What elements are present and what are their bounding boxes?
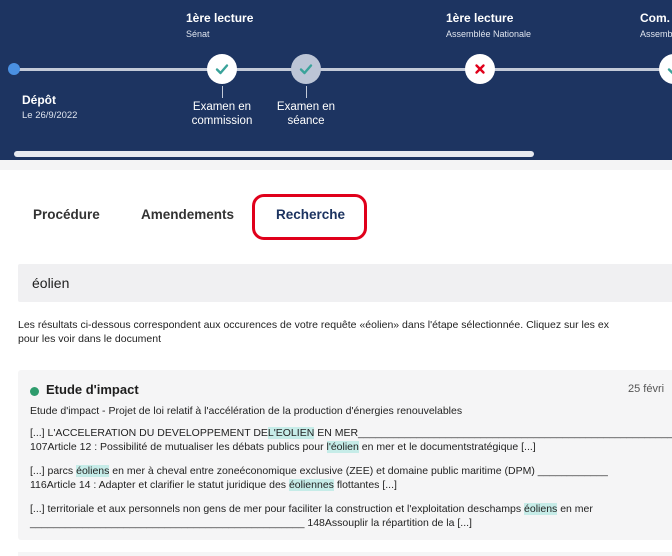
timeline-start-dot: [8, 63, 20, 75]
stage-subtitle-senat: Sénat: [186, 29, 210, 39]
result-title[interactable]: Etude d'impact: [46, 382, 139, 397]
search-hit: L'EOLIEN: [267, 427, 315, 439]
step-node-commission[interactable]: [207, 54, 237, 84]
result-date: 25 févri: [628, 383, 665, 395]
step-tick: [306, 86, 307, 98]
check-icon: [215, 64, 229, 75]
stage-subtitle-cmp: Assemb: [640, 29, 672, 39]
result-excerpt[interactable]: [...] L'ACCELERATION DU DEVELOPPEMENT DE…: [30, 426, 672, 454]
results-intro: Les résultats ci-dessous correspondent a…: [18, 319, 609, 345]
search-hit: éoliens: [524, 503, 558, 515]
close-icon: [475, 64, 485, 74]
search-hit: éoliens: [76, 465, 110, 477]
stage-subtitle-an: Assemblée Nationale: [446, 29, 532, 39]
result-card[interactable]: Etude d'impact 25 févri Etude d'impact -…: [18, 370, 672, 540]
result-excerpt[interactable]: [...] parcs éoliens en mer à cheval entr…: [30, 464, 608, 492]
result-subtitle: Etude d'impact - Projet de loi relatif à…: [30, 405, 463, 417]
timeline-track: [14, 68, 672, 71]
step-node-an[interactable]: [465, 54, 495, 84]
main-panel: Procédure Amendements Recherche éolien L…: [0, 170, 672, 556]
step-node-seance[interactable]: [291, 54, 321, 84]
result-excerpt[interactable]: [...] territoriale et aux personnels non…: [30, 502, 593, 530]
stage-title-senat: 1ère lecture: [186, 11, 254, 25]
status-dot: [30, 387, 39, 396]
timeline-scrollbar[interactable]: [14, 151, 534, 157]
check-icon: [667, 68, 672, 75]
stage-title-an: 1ère lecture: [446, 11, 514, 25]
search-input[interactable]: éolien: [18, 264, 672, 302]
stage-title-cmp: Com. m: [640, 11, 672, 25]
tab-amendements[interactable]: Amendements: [141, 207, 234, 222]
next-result-card[interactable]: [18, 552, 672, 556]
check-icon: [299, 64, 313, 75]
procedure-timeline: 1ère lecture Sénat 1ère lecture Assemblé…: [0, 0, 672, 160]
step-label-commission: Examen en commission: [191, 101, 253, 127]
step-tick: [222, 86, 223, 98]
tab-procedure[interactable]: Procédure: [33, 207, 100, 222]
depot-title: Dépôt: [22, 93, 56, 107]
search-hit: l'éolien: [326, 441, 359, 453]
step-label-seance: Examen en séance: [276, 101, 336, 127]
depot-date: Le 26/9/2022: [22, 110, 78, 121]
tab-bar: Procédure Amendements Recherche: [0, 170, 672, 250]
annotation-highlight-box: [252, 194, 367, 240]
step-node-cmp[interactable]: [659, 54, 672, 84]
search-hit: éoliennes: [288, 479, 334, 491]
